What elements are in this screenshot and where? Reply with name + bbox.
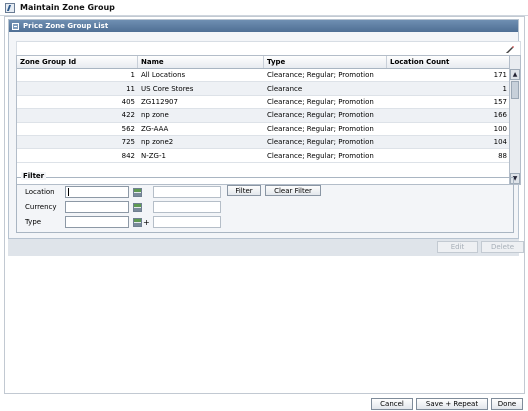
table-row[interactable]: 842 N-ZG-1 Clearance; Regular; Promotion…	[17, 149, 510, 163]
delete-button[interactable]: Delete	[481, 241, 524, 253]
cell-zone-group-id: 842	[121, 151, 135, 160]
type-label: Type	[25, 218, 42, 226]
done-button[interactable]: Done	[491, 398, 523, 410]
table-toolbar	[16, 41, 521, 55]
cell-name: ZG-AAA	[141, 124, 169, 133]
table-header: Zone Group Id Name Type Location Count	[17, 56, 510, 69]
table-row[interactable]: 1 All Locations Clearance; Regular; Prom…	[17, 69, 510, 83]
table-row[interactable]: 422 np zone Clearance; Regular; Promotio…	[17, 109, 510, 123]
plus-icon: +	[143, 217, 150, 227]
cell-location-count: 166	[493, 111, 507, 120]
cell-name: All Locations	[141, 71, 186, 80]
table-body: 1 All Locations Clearance; Regular; Prom…	[17, 69, 510, 163]
location-description-field	[153, 186, 221, 198]
column-header-zone-group-id[interactable]: Zone Group Id	[17, 56, 138, 68]
collapse-icon[interactable]	[12, 22, 19, 30]
cell-zone-group-id: 422	[121, 111, 135, 120]
cell-type: Clearance; Regular; Promotion	[267, 71, 374, 80]
table-row[interactable]: 725 np zone2 Clearance; Regular; Promoti…	[17, 135, 510, 150]
type-description-field	[153, 216, 221, 228]
scrollbar-thumb[interactable]	[511, 81, 519, 99]
currency-input[interactable]	[65, 201, 129, 213]
cell-type: Clearance; Regular; Promotion	[267, 124, 374, 133]
edit-tool-icon[interactable]	[505, 44, 515, 54]
location-input[interactable]	[65, 186, 129, 198]
cell-location-count: 1	[502, 84, 507, 93]
app-icon	[5, 2, 15, 13]
column-header-name[interactable]: Name	[138, 56, 264, 68]
cell-location-count: 171	[493, 71, 507, 80]
cell-name: np zone	[141, 111, 169, 120]
filter-button[interactable]: Filter	[227, 185, 261, 196]
panel-header[interactable]: Price Zone Group List	[9, 20, 518, 32]
cell-zone-group-id: 1	[130, 71, 135, 80]
column-header-type[interactable]: Type	[264, 56, 387, 68]
table-row[interactable]: 405 ZG112907 Clearance; Regular; Promoti…	[17, 95, 510, 110]
cell-name: np zone2	[141, 138, 174, 147]
cell-location-count: 104	[493, 138, 507, 147]
cell-name: ZG112907	[141, 97, 178, 106]
table-row[interactable]: 562 ZG-AAA Clearance; Regular; Promotion…	[17, 122, 510, 136]
lookup-icon[interactable]	[133, 217, 142, 227]
filter-row-type: Type +	[25, 216, 221, 228]
cell-zone-group-id: 11	[126, 84, 135, 93]
cell-type: Clearance; Regular; Promotion	[267, 151, 374, 160]
table-scrollbar[interactable]: ▲ ▼	[509, 56, 520, 184]
cell-type: Clearance; Regular; Promotion	[267, 138, 374, 147]
cell-name: US Core Stores	[141, 84, 194, 93]
table-row[interactable]: 11 US Core Stores Clearance 1	[17, 82, 510, 96]
window-title: Maintain Zone Group	[20, 3, 115, 12]
cancel-button[interactable]: Cancel	[371, 398, 413, 410]
cell-zone-group-id: 562	[121, 124, 135, 133]
currency-label: Currency	[25, 203, 57, 211]
cell-location-count: 88	[498, 151, 507, 160]
cell-type: Clearance; Regular; Promotion	[267, 111, 374, 120]
lookup-icon[interactable]	[133, 187, 142, 197]
save-repeat-button[interactable]: Save + Repeat	[416, 398, 488, 410]
scroll-up-icon[interactable]: ▲	[510, 69, 520, 80]
zone-group-table: Zone Group Id Name Type Location Count 1…	[16, 55, 521, 185]
cell-zone-group-id: 405	[121, 97, 135, 106]
panel-title: Price Zone Group List	[23, 22, 109, 30]
filter-row-currency: Currency	[25, 201, 221, 213]
edit-button[interactable]: Edit	[437, 241, 478, 253]
type-input[interactable]	[65, 216, 129, 228]
column-header-location-count[interactable]: Location Count	[387, 56, 510, 68]
window-titlebar: Maintain Zone Group	[0, 0, 528, 16]
cell-location-count: 100	[493, 124, 507, 133]
location-label: Location	[25, 188, 55, 196]
cell-location-count: 157	[493, 97, 507, 106]
cell-zone-group-id: 725	[121, 138, 135, 147]
clear-filter-button[interactable]: Clear Filter	[265, 185, 321, 196]
filter-legend: Filter	[21, 172, 47, 180]
lookup-icon[interactable]	[133, 202, 142, 212]
cell-type: Clearance; Regular; Promotion	[267, 97, 374, 106]
currency-description-field	[153, 201, 221, 213]
cell-name: N-ZG-1	[141, 151, 166, 160]
cell-type: Clearance	[267, 84, 303, 93]
filter-row-location: Location	[25, 186, 221, 198]
